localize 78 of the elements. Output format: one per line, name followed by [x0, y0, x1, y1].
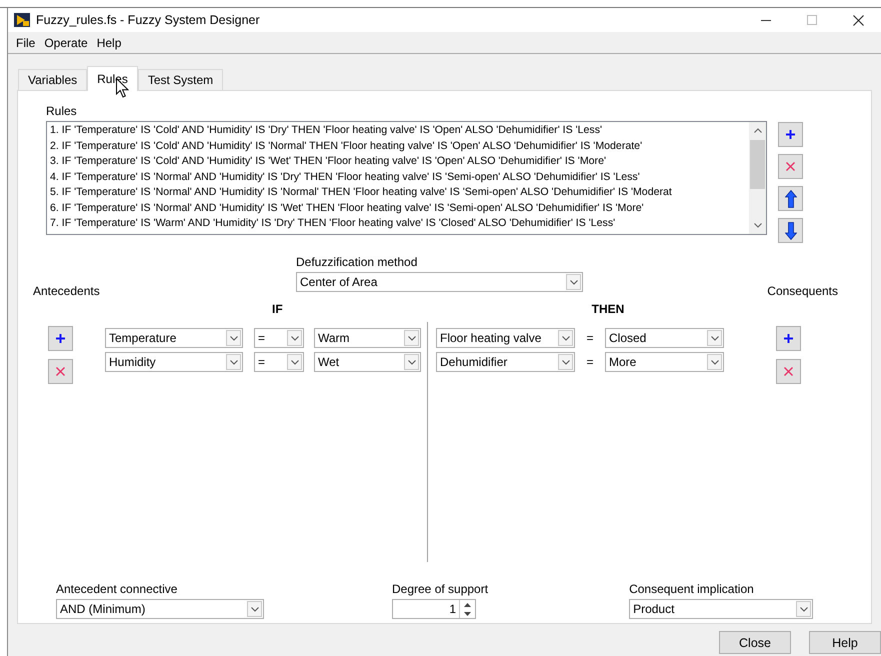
chevron-icon	[562, 336, 570, 340]
add-button[interactable]	[778, 122, 803, 147]
rule-item[interactable]: 2. IF 'Temperature' IS 'Cold' AND 'Humidity' IS 'Normal' THEN 'Floor heating valve' IS 'Open' ALSO 'Dehumidifier' IS 'Moderate'	[50, 138, 746, 154]
tab[interactable]: Test System	[138, 69, 224, 90]
cross-icon	[784, 367, 793, 376]
rules-list[interactable]	[46, 121, 767, 235]
chevron-icon	[230, 360, 238, 364]
spin-up-icon[interactable]	[464, 602, 471, 606]
variable-dropdown[interactable]: Dehumidifier	[436, 352, 575, 372]
rule-item[interactable]: 6. IF 'Temperature' IS 'Normal' AND 'Humidity' IS 'Wet' THEN 'Floor heating valve' IS 'Semi-open' ALSO 'Dehumidifier' IS 'More'	[50, 200, 746, 216]
dialog-button[interactable]: Help	[809, 631, 881, 654]
rule-item[interactable]: 5. IF 'Temperature' IS 'Normal' AND 'Humidity' IS 'Normal' THEN 'Floor heating valve' IS 'Semi-open' ALSO 'Dehumidifier' IS 'Moderat	[50, 185, 746, 200]
rule-item[interactable]: 1. IF 'Temperature' IS 'Cold' AND 'Humidity' IS 'Dry' THEN 'Floor heating valve' IS 'Open' ALSO 'Dehumidifier' IS 'Less'	[50, 123, 746, 138]
plus-icon	[786, 130, 795, 139]
operator-label: =	[585, 355, 594, 369]
degree-of-support-field[interactable]: 1	[392, 599, 476, 619]
maximize-icon	[807, 15, 817, 25]
consequents-label: Consequents	[767, 284, 838, 298]
consequent-implication-label: Consequent implication	[629, 582, 755, 596]
add-button[interactable]	[48, 326, 73, 351]
defuzzification-label: Defuzzification method	[296, 255, 418, 269]
chevron-icon	[710, 336, 718, 340]
variable-dropdown[interactable]: Temperature	[105, 328, 243, 348]
operator-dropdown[interactable]: =	[254, 352, 304, 372]
add-button[interactable]	[776, 326, 801, 351]
chevron-icon	[408, 336, 416, 340]
term-dropdown[interactable]: More	[605, 352, 724, 372]
plus-icon	[784, 334, 793, 343]
menu-item[interactable]: Help	[94, 36, 128, 50]
rule-item[interactable]: 3. IF 'Temperature' IS 'Cold' AND 'Humidity' IS 'Wet' THEN 'Floor heating valve' IS 'Open' ALSO 'Dehumidifier' IS 'More'	[50, 154, 746, 170]
chevron-icon	[408, 360, 416, 364]
chevron-icon	[562, 360, 570, 364]
chevron-icon	[800, 606, 808, 612]
delete-button[interactable]	[776, 359, 801, 384]
term-dropdown[interactable]: Closed	[605, 328, 724, 348]
rule-item[interactable]: 4. IF 'Temperature' IS 'Normal' AND 'Humidity' IS 'Dry' THEN 'Floor heating valve' IS 'Semi-open' ALSO 'Dehumidifier' IS 'Less'	[50, 170, 746, 185]
if-heading: IF	[272, 302, 283, 318]
delete-button[interactable]	[778, 154, 803, 179]
scrollbar[interactable]	[749, 122, 766, 234]
term-dropdown[interactable]: Warm	[314, 328, 421, 348]
plus-icon	[56, 334, 65, 343]
dialog-button[interactable]: Close	[719, 631, 791, 654]
chevron-icon	[710, 360, 718, 364]
antecedent-connective-label: Antecedent connective	[56, 582, 178, 596]
cross-icon	[56, 367, 65, 376]
then-heading: THEN	[592, 302, 624, 318]
close-icon	[852, 14, 864, 26]
operator-label: =	[585, 331, 594, 345]
antecedents-label: Antecedents	[33, 284, 100, 298]
defuzzification-dropdown[interactable]: Center of Area	[296, 272, 583, 292]
antecedent-connective-dropdown[interactable]: AND (Minimum)	[56, 599, 264, 619]
operator-dropdown[interactable]: =	[254, 328, 304, 348]
chevron-icon	[290, 360, 298, 364]
move-down-button[interactable]	[778, 218, 803, 243]
rules-label: Rules	[46, 104, 78, 118]
cross-icon	[786, 162, 795, 171]
menu-item[interactable]: File	[14, 36, 42, 50]
window-title: Fuzzy_rules.fs - Fuzzy System Designer	[36, 13, 261, 27]
delete-button[interactable]	[48, 359, 73, 384]
scroll-down-icon	[754, 223, 762, 228]
spin-down-icon[interactable]	[464, 612, 471, 616]
move-up-button[interactable]	[778, 186, 803, 211]
down-arrow-icon	[784, 222, 796, 240]
consequent-implication-dropdown[interactable]: Product	[629, 599, 814, 619]
app-icon	[14, 12, 30, 28]
chevron-icon	[230, 336, 238, 340]
chevron-icon	[250, 606, 258, 612]
rule-item[interactable]: 7. IF 'Temperature' IS 'Warm' AND 'Humidity' IS 'Dry' THEN 'Floor heating valve' IS 'Closed' ALSO 'Dehumidifier' IS 'Less'	[50, 216, 746, 232]
chevron-icon	[570, 280, 578, 284]
menu-item[interactable]: Operate	[42, 36, 95, 50]
up-arrow-icon	[784, 190, 796, 208]
term-dropdown[interactable]: Wet	[314, 352, 421, 372]
scroll-up-icon	[754, 128, 762, 133]
variable-dropdown[interactable]: Floor heating valve	[436, 328, 575, 348]
chevron-icon	[290, 336, 298, 340]
variable-dropdown[interactable]: Humidity	[105, 352, 243, 372]
degree-of-support-label: Degree of support	[392, 582, 488, 596]
tab[interactable]: Variables	[18, 69, 88, 90]
